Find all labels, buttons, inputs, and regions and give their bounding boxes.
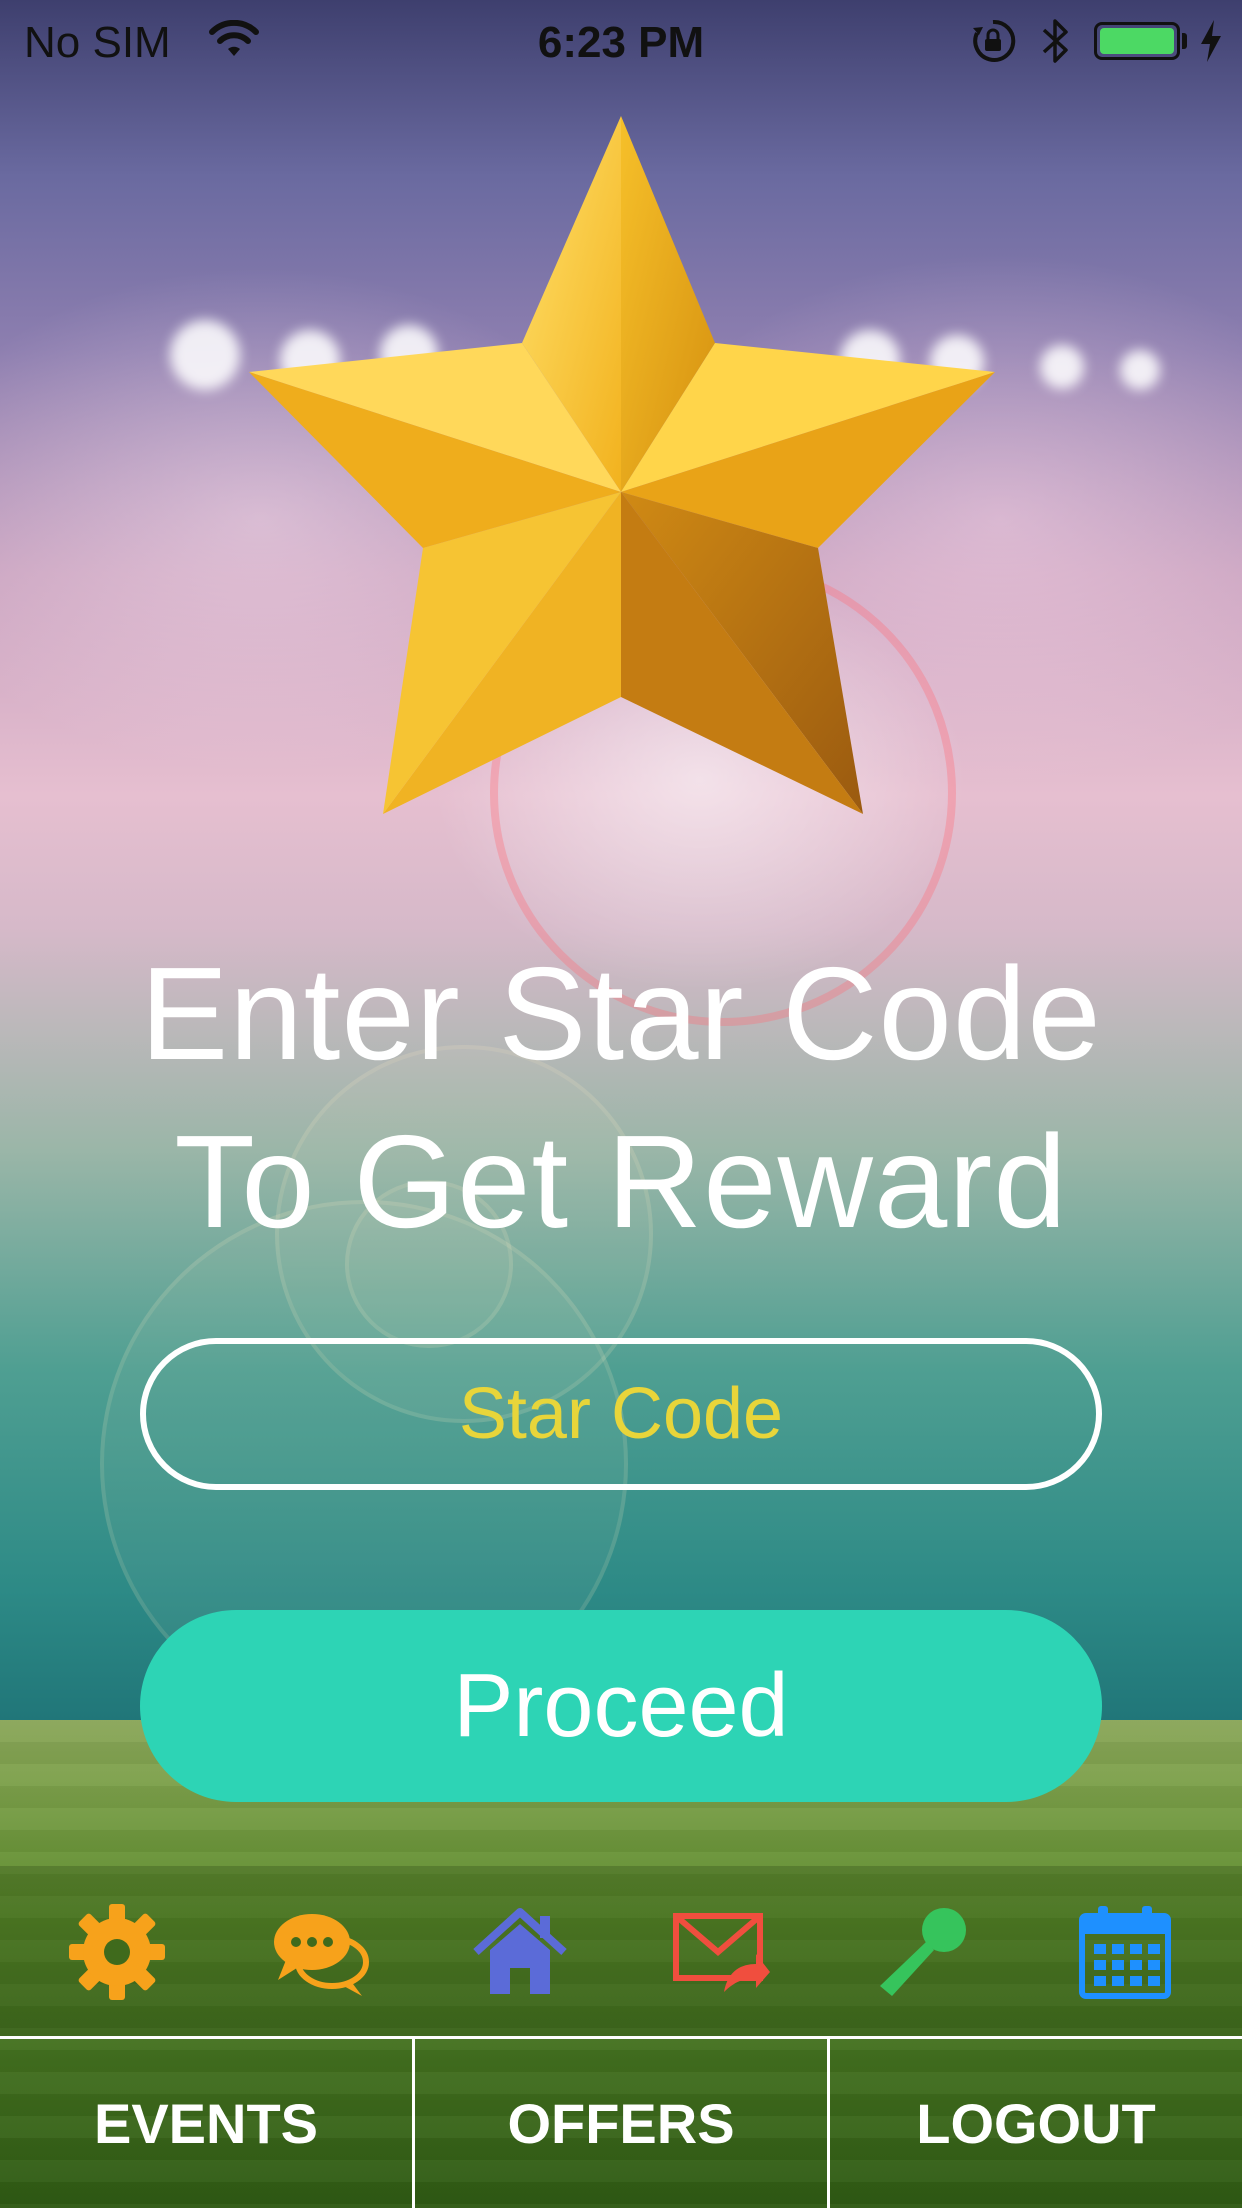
- settings-gear-icon[interactable]: [67, 1902, 167, 2002]
- charging-bolt-icon: [1198, 18, 1224, 75]
- headline-line-2: To Get Reward: [174, 1108, 1068, 1255]
- app-screen: No SIM 6:23 PM Enter Star Code To Get Re…: [0, 0, 1242, 2208]
- tab-offers[interactable]: OFFERS: [412, 2039, 827, 2208]
- proceed-button[interactable]: Proceed: [140, 1610, 1102, 1802]
- microphone-icon[interactable]: [874, 1902, 974, 2002]
- battery-level: [1100, 28, 1174, 54]
- battery-tip: [1182, 33, 1187, 49]
- chat-bubbles-icon[interactable]: [270, 1902, 370, 2002]
- bottom-tab-bar: EVENTS OFFERS LOGOUT: [0, 2036, 1242, 2208]
- bluetooth-icon: [1040, 16, 1070, 77]
- star-code-input[interactable]: [140, 1338, 1102, 1490]
- mail-forward-icon[interactable]: [672, 1902, 772, 2002]
- headline-line-1: Enter Star Code: [140, 940, 1102, 1087]
- headline: Enter Star Code To Get Reward: [0, 930, 1242, 1266]
- orientation-lock-icon: [970, 18, 1016, 75]
- gold-star-icon: [245, 112, 997, 824]
- stadium-light: [170, 320, 240, 390]
- stadium-light: [1040, 345, 1084, 389]
- stadium-light: [1120, 350, 1160, 390]
- tab-events[interactable]: EVENTS: [0, 2039, 412, 2208]
- home-icon[interactable]: [470, 1902, 570, 2002]
- icon-toolbar: [0, 1866, 1242, 2036]
- status-bar: No SIM 6:23 PM: [0, 0, 1242, 84]
- battery-icon: [1094, 22, 1180, 60]
- calendar-icon[interactable]: [1076, 1902, 1176, 2002]
- tab-logout[interactable]: LOGOUT: [827, 2039, 1242, 2208]
